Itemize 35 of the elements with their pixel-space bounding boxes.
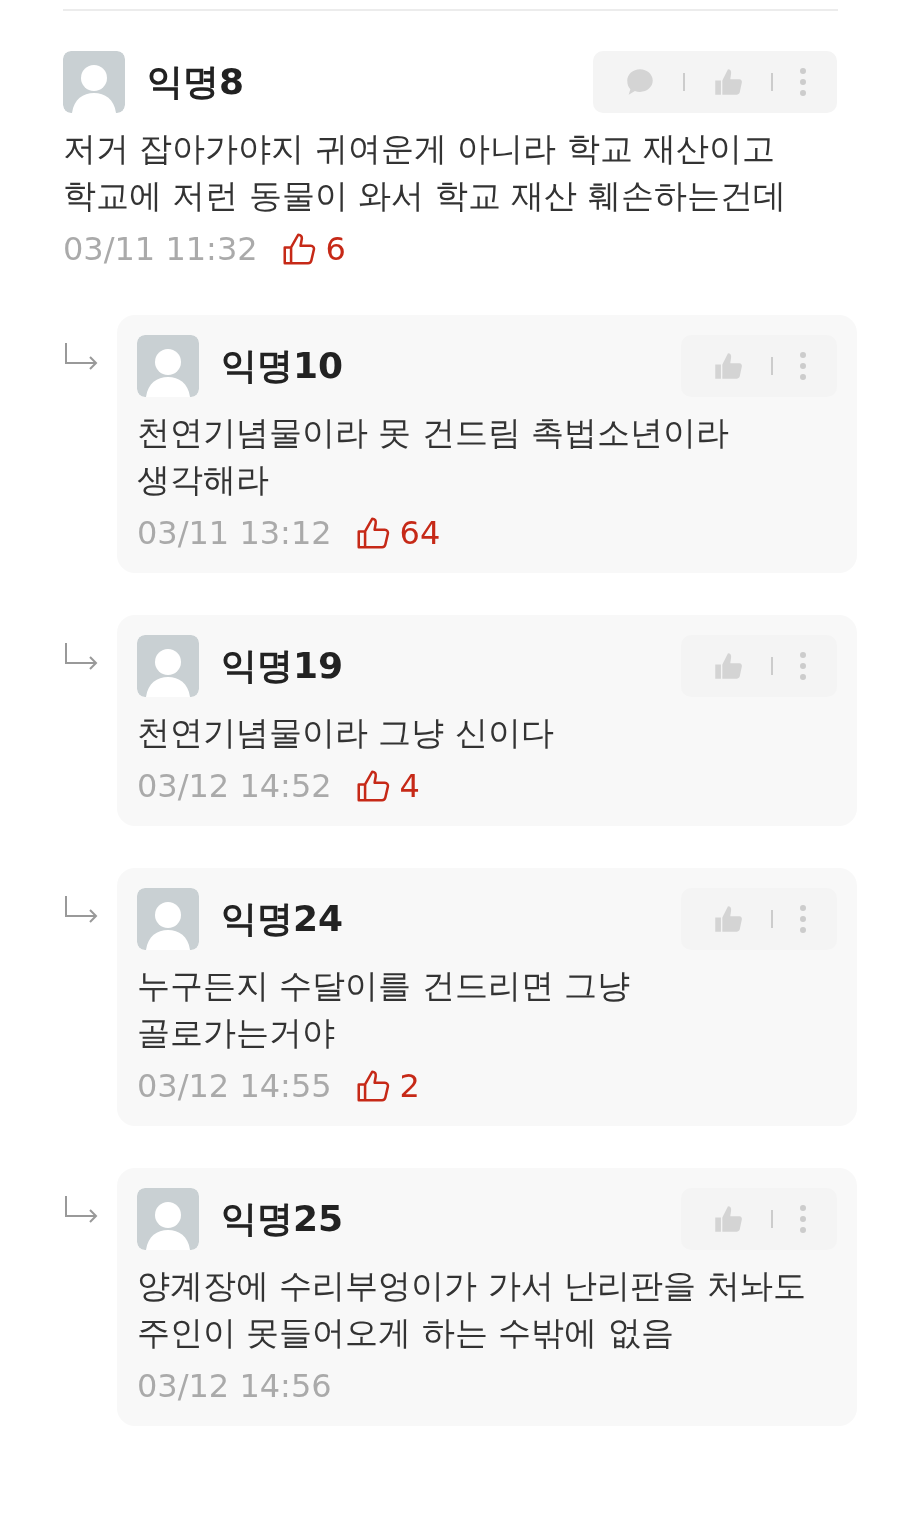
author-name: 익명19 xyxy=(221,644,344,688)
comment-text: 양계장에 수리부엉이가 가서 난리판을 처놔도 주인이 못들어오게 하는 수밖에 없음 xyxy=(137,1265,807,1354)
like-count: 4 xyxy=(399,766,420,807)
more-icon[interactable] xyxy=(799,351,807,381)
avatar-icon xyxy=(63,51,125,113)
toolbar-divider xyxy=(771,357,773,375)
comment-text: 저거 잡아가야지 귀여운게 아니라 학교 재산이고 학교에 저런 동물이 와서 학교 재산 훼손하는건데 xyxy=(63,128,787,217)
author-name: 익명8 xyxy=(147,60,245,104)
author-name: 익명24 xyxy=(221,897,344,941)
avatar-icon xyxy=(137,335,199,397)
more-icon[interactable] xyxy=(799,67,807,97)
avatar-icon xyxy=(137,888,199,950)
comment-text: 천연기념물이라 그냥 신이다 xyxy=(137,712,555,754)
avatar-icon xyxy=(137,1188,199,1250)
timestamp: 03/12 14:56 xyxy=(137,1366,332,1407)
more-icon[interactable] xyxy=(799,904,807,934)
like-count: 64 xyxy=(399,513,441,554)
timestamp: 03/12 14:55 xyxy=(137,1066,332,1107)
like-count: 6 xyxy=(325,229,346,270)
toolbar-divider xyxy=(683,73,685,91)
more-icon[interactable] xyxy=(799,651,807,681)
like-count: 2 xyxy=(399,1066,420,1107)
comment-text: 누구든지 수달이를 건드리면 그냥 골로가는거야 xyxy=(137,965,632,1054)
avatar-icon xyxy=(137,635,199,697)
author-name: 익명10 xyxy=(221,344,344,388)
timestamp: 03/11 11:32 xyxy=(63,229,258,270)
author-name: 익명25 xyxy=(221,1197,344,1241)
timestamp: 03/11 13:12 xyxy=(137,513,332,554)
toolbar-divider xyxy=(771,910,773,928)
toolbar-divider xyxy=(771,657,773,675)
toolbar-divider xyxy=(771,1210,773,1228)
timestamp: 03/12 14:52 xyxy=(137,766,332,807)
toolbar-divider xyxy=(771,73,773,91)
comment-text: 천연기념물이라 못 건드림 촉법소년이라 생각해라 xyxy=(137,412,731,501)
more-icon[interactable] xyxy=(799,1204,807,1234)
